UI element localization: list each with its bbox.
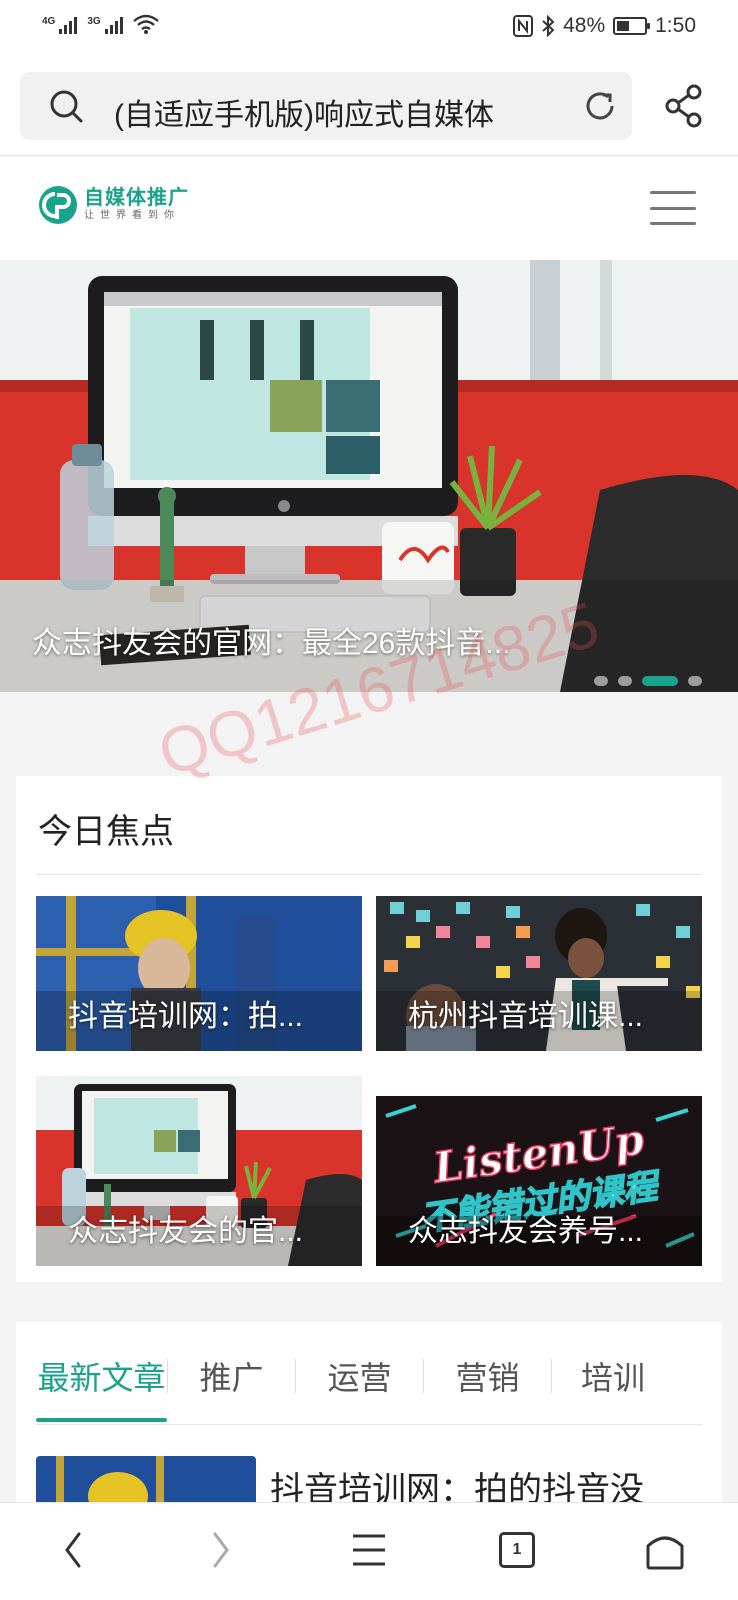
- tab-count: 1: [499, 1532, 535, 1568]
- today-focus-section: 今日焦点 抖音培训网：拍... 杭州抖音培训课... 众志抖友会的官... Li…: [16, 776, 722, 1282]
- reload-icon[interactable]: [582, 88, 618, 124]
- status-right: 48% 1:50: [513, 14, 696, 38]
- signal-icon: 4G: [42, 16, 78, 34]
- banner-carousel[interactable]: 众志抖友会的官网：最全26款抖音...: [0, 260, 738, 692]
- browser-page: 4G 3G 48% 1:50 (自适应手机版)响应式自媒体 自媒体推广 让世界看…: [0, 0, 738, 1600]
- clock-time: 1:50: [655, 14, 696, 37]
- url-text[interactable]: (自适应手机版)响应式自媒体: [114, 90, 494, 134]
- tab-marketing[interactable]: 营销: [424, 1353, 551, 1399]
- tab-promotion[interactable]: 推广: [168, 1353, 295, 1399]
- home-icon[interactable]: [640, 1525, 690, 1575]
- focus-tile[interactable]: 众志抖友会的官...: [36, 1076, 362, 1266]
- tab-operations[interactable]: 运营: [296, 1353, 423, 1399]
- section-title: 今日焦点: [38, 813, 174, 851]
- tile-caption[interactable]: 众志抖友会的官...: [68, 1206, 303, 1250]
- carousel-dot[interactable]: [594, 676, 608, 686]
- signal-group: 4G 3G: [42, 14, 159, 34]
- logo-mark-icon: [39, 186, 77, 224]
- site-logo[interactable]: 自媒体推广 让世界看到你: [38, 185, 189, 225]
- battery-icon: [613, 17, 651, 35]
- network-type-2: 3G: [87, 16, 101, 27]
- back-icon[interactable]: [48, 1525, 98, 1575]
- tile-caption[interactable]: 众志抖友会养号...: [408, 1206, 643, 1250]
- hamburger-menu-icon[interactable]: [650, 191, 696, 225]
- carousel-dot[interactable]: [618, 676, 632, 686]
- browser-address-bar: (自适应手机版)响应式自媒体: [0, 56, 738, 156]
- divider: [36, 1424, 702, 1425]
- browser-bottom-nav: 1: [0, 1502, 738, 1600]
- share-icon[interactable]: [664, 84, 704, 128]
- carousel-indicators: [594, 676, 702, 686]
- focus-tile[interactable]: ListenUp 不能错过的课程 众志抖友会养号...: [376, 1096, 702, 1266]
- divider: [36, 874, 702, 875]
- carousel-dot-active[interactable]: [642, 676, 678, 686]
- wifi-icon: [132, 14, 159, 34]
- active-tab-indicator: [36, 1418, 167, 1422]
- url-field[interactable]: (自适应手机版)响应式自媒体: [20, 72, 632, 140]
- logo-subtitle: 让世界看到你: [84, 210, 180, 221]
- tile-caption[interactable]: 杭州抖音培训课...: [408, 991, 643, 1035]
- site-header: 自媒体推广 让世界看到你: [0, 157, 738, 260]
- logo-title: 自媒体推广: [84, 187, 189, 209]
- focus-tile[interactable]: 抖音培训网：拍...: [36, 896, 362, 1051]
- focus-tile[interactable]: 杭州抖音培训课...: [376, 896, 702, 1051]
- network-type-1: 4G: [42, 16, 56, 27]
- banner-caption[interactable]: 众志抖友会的官网：最全26款抖音...: [32, 618, 510, 662]
- nfc-icon: [513, 15, 534, 37]
- tile-caption[interactable]: 抖音培训网：拍...: [68, 991, 303, 1035]
- latest-articles-section: 最新文章 推广 运营 营销 培训 抖音培训网：拍的抖音没: [16, 1322, 722, 1536]
- forward-icon[interactable]: [196, 1525, 246, 1575]
- signal-icon: 3G: [87, 16, 123, 34]
- tab-latest[interactable]: 最新文章: [36, 1353, 167, 1399]
- tab-training[interactable]: 培训: [552, 1353, 674, 1399]
- search-icon[interactable]: [48, 88, 84, 124]
- bluetooth-icon: [542, 15, 555, 37]
- article-tabs: 最新文章 推广 运营 营销 培训: [36, 1348, 702, 1404]
- tabs-icon[interactable]: 1: [492, 1525, 542, 1575]
- status-bar: 4G 3G 48% 1:50: [0, 0, 738, 56]
- menu-icon[interactable]: [344, 1525, 394, 1575]
- battery-percent: 48%: [563, 14, 606, 37]
- carousel-dot[interactable]: [688, 676, 702, 686]
